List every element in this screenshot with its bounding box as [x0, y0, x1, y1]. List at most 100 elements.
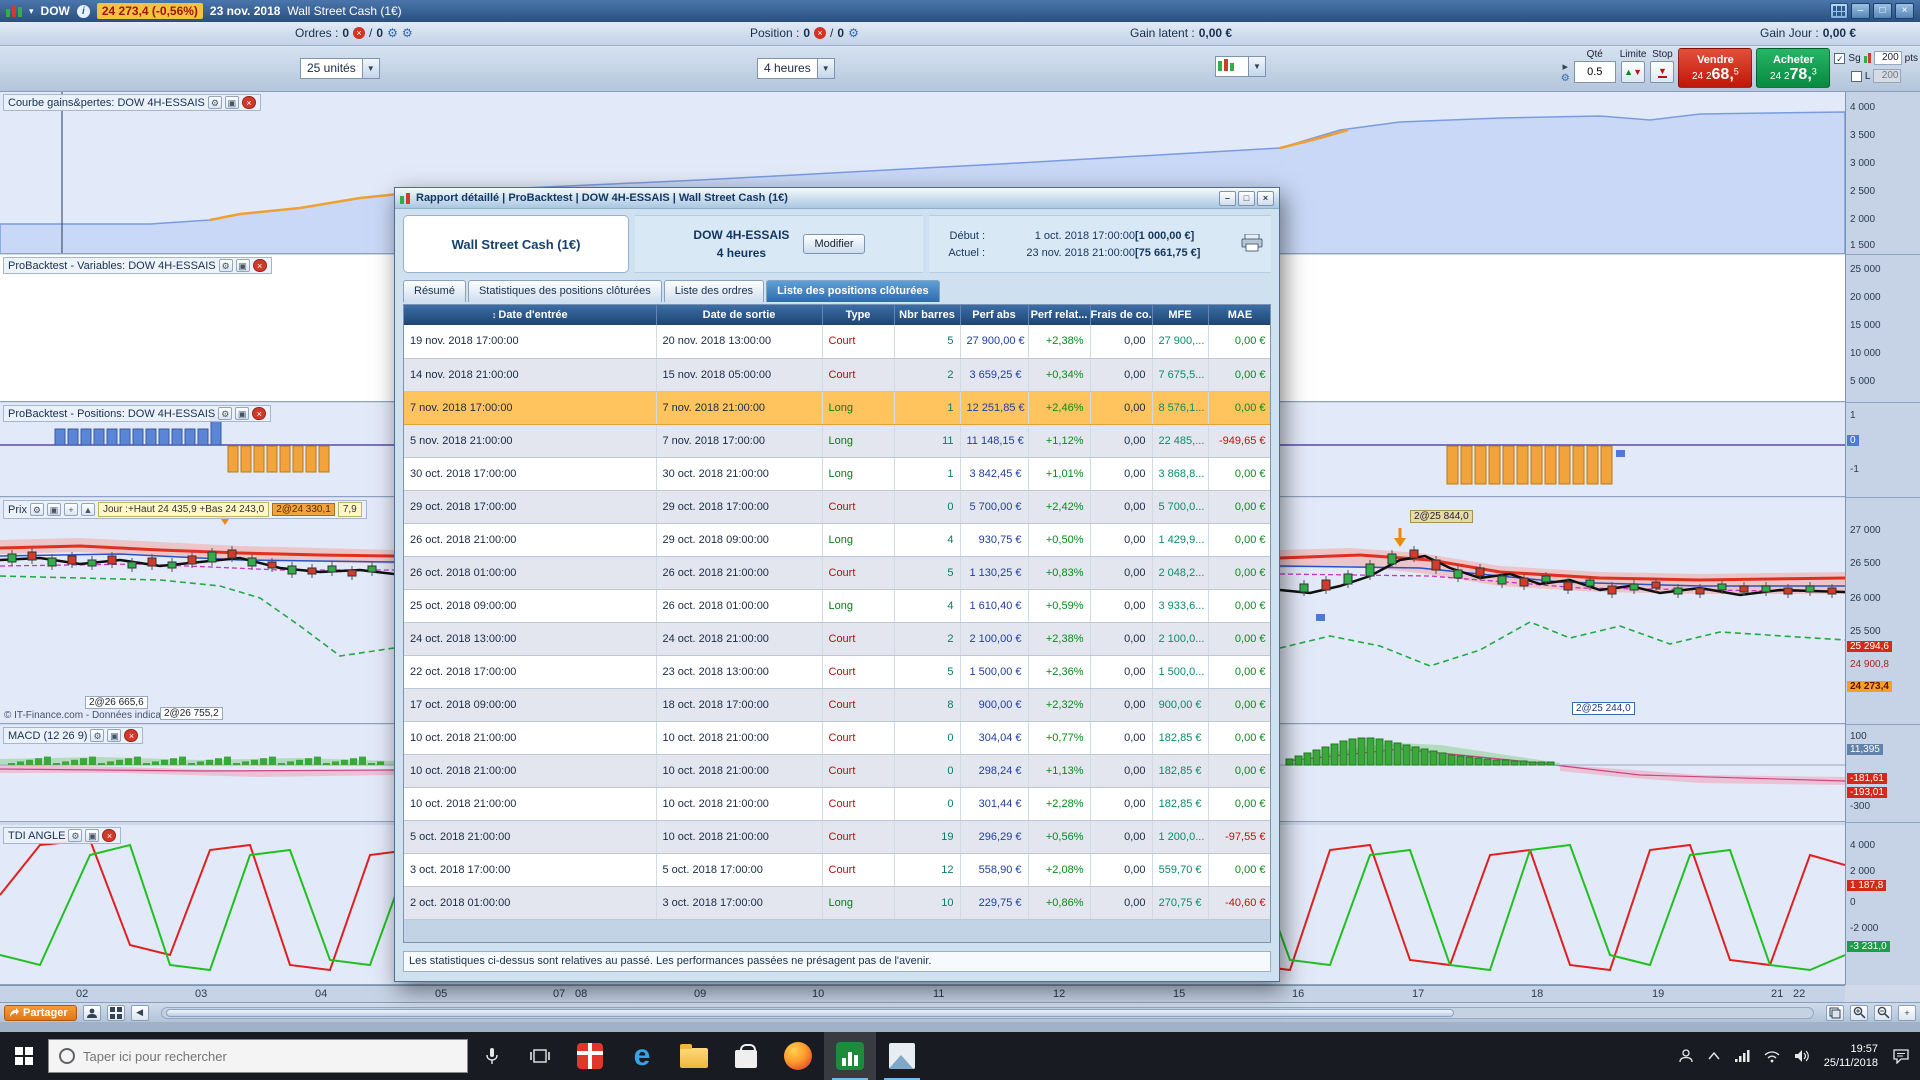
dialog-close-button[interactable]: ×: [1257, 190, 1274, 206]
taskbar-app-trading[interactable]: [824, 1032, 876, 1080]
prix-settings-icon[interactable]: ⚙: [29, 503, 44, 516]
people-icon[interactable]: [1678, 1048, 1694, 1064]
tab-2[interactable]: Statistiques des positions clôturées: [467, 280, 662, 302]
timeframe-select[interactable]: 4 heures ▼: [757, 58, 835, 79]
positions-settings-icon[interactable]: ⚙: [218, 407, 233, 420]
volume-icon[interactable]: [1794, 1049, 1810, 1063]
positions-window-icon[interactable]: ▣: [235, 407, 250, 420]
task-view-button[interactable]: [516, 1032, 564, 1080]
info-icon[interactable]: i: [76, 4, 90, 18]
chart-style-select[interactable]: ▼: [1215, 56, 1266, 77]
position-row[interactable]: 17 oct. 2018 09:00:00 18 oct. 2018 17:00:…: [404, 688, 1270, 722]
position-row[interactable]: 10 oct. 2018 21:00:00 10 oct. 2018 21:00:…: [404, 787, 1270, 821]
start-button[interactable]: [0, 1032, 48, 1080]
mic-icon[interactable]: [468, 1032, 516, 1080]
position-row[interactable]: 3 oct. 2018 17:00:00 5 oct. 2018 17:00:00…: [404, 853, 1270, 887]
taskbar-clock[interactable]: 19:57 25/11/2018: [1824, 1042, 1878, 1071]
stop-points-input[interactable]: 200: [1873, 51, 1902, 65]
positions-close-icon[interactable]: ×: [252, 407, 267, 420]
chart-style-dropdown-icon[interactable]: ▼: [1249, 56, 1266, 77]
position-row[interactable]: 22 oct. 2018 17:00:00 23 oct. 2018 13:00:…: [404, 655, 1270, 689]
account-tab[interactable]: Wall Street Cash (1€): [403, 215, 629, 273]
maximize-button[interactable]: □: [1873, 3, 1892, 19]
tab-3[interactable]: Liste des ordres: [663, 280, 765, 302]
network-icon[interactable]: [1734, 1049, 1750, 1063]
taskbar-app-explorer[interactable]: [668, 1032, 720, 1080]
column-header[interactable]: Perf relat...: [1028, 305, 1091, 325]
tdi-window-icon[interactable]: ▣: [85, 829, 100, 842]
orders-settings2-icon[interactable]: ⚙: [402, 27, 413, 39]
column-header[interactable]: Type: [822, 305, 895, 325]
sg-checkbox[interactable]: ✓: [1834, 52, 1846, 64]
macd-settings-icon[interactable]: ⚙: [90, 729, 105, 742]
macd-close-icon[interactable]: ×: [124, 729, 139, 742]
position-row[interactable]: 10 oct. 2018 21:00:00 10 oct. 2018 21:00:…: [404, 754, 1270, 788]
column-header[interactable]: Frais de co...: [1090, 305, 1153, 325]
print-icon[interactable]: [1241, 233, 1263, 255]
column-header[interactable]: Date de sortie: [656, 305, 823, 325]
taskbar-app-firefox[interactable]: [772, 1032, 824, 1080]
position-row[interactable]: 5 nov. 2018 21:00:00 7 nov. 2018 17:00:00…: [404, 424, 1270, 458]
macd-window-icon[interactable]: ▣: [107, 729, 122, 742]
limit-order-button[interactable]: ▲ ▼: [1621, 61, 1646, 83]
taskbar-search[interactable]: [48, 1039, 468, 1073]
expand-icon[interactable]: ▸: [1562, 60, 1568, 73]
prix-add-icon[interactable]: +: [63, 503, 78, 516]
wifi-icon[interactable]: [1764, 1050, 1780, 1063]
position-row[interactable]: 29 oct. 2018 17:00:00 29 oct. 2018 17:00:…: [404, 490, 1270, 524]
column-header[interactable]: MAE: [1208, 305, 1270, 325]
close-button[interactable]: ×: [1895, 3, 1914, 19]
taskbar-app-edge[interactable]: e: [616, 1032, 668, 1080]
dialog-title-bar[interactable]: Rapport détaillé | ProBacktest | DOW 4H-…: [395, 188, 1279, 209]
gains-close-icon[interactable]: ×: [241, 96, 256, 109]
symbol-label[interactable]: DOW: [41, 4, 70, 18]
dialog-minimize-button[interactable]: –: [1219, 190, 1236, 206]
orders-settings-icon[interactable]: ⚙: [387, 27, 398, 39]
timeframe-dropdown-icon[interactable]: ▼: [817, 58, 835, 79]
position-row[interactable]: 14 nov. 2018 21:00:00 15 nov. 2018 05:00:…: [404, 358, 1270, 392]
accounts-icon[interactable]: [82, 1004, 101, 1021]
variables-window-icon[interactable]: ▣: [235, 259, 250, 272]
prix-up-icon[interactable]: ▲: [80, 503, 95, 516]
limit-points-input[interactable]: 200: [1873, 69, 1902, 83]
column-header[interactable]: Perf abs: [960, 305, 1029, 325]
variables-close-icon[interactable]: ×: [252, 259, 267, 272]
close-position-icon[interactable]: ×: [814, 27, 827, 39]
symbol-dropdown-icon[interactable]: ▾: [29, 6, 34, 17]
tray-expand-icon[interactable]: [1708, 1052, 1720, 1060]
position-row[interactable]: 30 oct. 2018 17:00:00 30 oct. 2018 21:00:…: [404, 457, 1270, 491]
search-input[interactable]: [83, 1048, 413, 1064]
minimize-button[interactable]: –: [1851, 3, 1870, 19]
stop-order-button[interactable]: ▼: [1650, 61, 1675, 83]
price-scale[interactable]: 4 000 3 500 3 000 2 500 2 000 1 500 25 0…: [1845, 92, 1920, 985]
tdi-close-icon[interactable]: ×: [102, 829, 117, 842]
zoom-out-icon[interactable]: [1874, 1004, 1892, 1021]
workspace-grid-icon[interactable]: [106, 1004, 125, 1021]
position-row[interactable]: 7 nov. 2018 17:00:00 7 nov. 2018 21:00:00…: [404, 391, 1270, 425]
cancel-orders-icon[interactable]: ×: [353, 27, 366, 39]
trade-settings-icon[interactable]: ⚙: [1561, 73, 1570, 84]
notification-icon[interactable]: [1892, 1048, 1910, 1064]
sort-icon[interactable]: ↕: [492, 310, 497, 320]
zoom-in-icon[interactable]: [1850, 1004, 1868, 1021]
position-row[interactable]: 5 oct. 2018 21:00:00 10 oct. 2018 21:00:0…: [404, 820, 1270, 854]
scrollbar-thumb[interactable]: [165, 1008, 1454, 1017]
position-row[interactable]: 26 oct. 2018 01:00:00 26 oct. 2018 21:00:…: [404, 556, 1270, 590]
layers-icon[interactable]: [1826, 1004, 1844, 1021]
tdi-settings-icon[interactable]: ⚙: [68, 829, 83, 842]
position-settings-icon[interactable]: ⚙: [848, 27, 859, 39]
taskbar-app-gift[interactable]: [564, 1032, 616, 1080]
units-select[interactable]: 25 unités ▼: [300, 58, 380, 79]
buy-button[interactable]: Acheter 24 278,3: [1756, 48, 1831, 88]
modify-button[interactable]: Modifier: [803, 234, 865, 254]
scroll-left-icon[interactable]: ◀: [130, 1004, 149, 1021]
taskbar-app-store[interactable]: [720, 1032, 772, 1080]
prix-window-icon[interactable]: ▣: [46, 503, 61, 516]
gains-settings-icon[interactable]: ⚙: [207, 96, 222, 109]
share-button[interactable]: Partager: [4, 1004, 77, 1021]
sell-button[interactable]: Vendre 24 268,5: [1678, 48, 1753, 88]
workspaces-icon[interactable]: [1830, 3, 1848, 19]
position-row[interactable]: 2 oct. 2018 01:00:00 3 oct. 2018 17:00:00…: [404, 886, 1270, 920]
column-header[interactable]: MFE: [1152, 305, 1209, 325]
l-checkbox[interactable]: [1850, 70, 1862, 82]
